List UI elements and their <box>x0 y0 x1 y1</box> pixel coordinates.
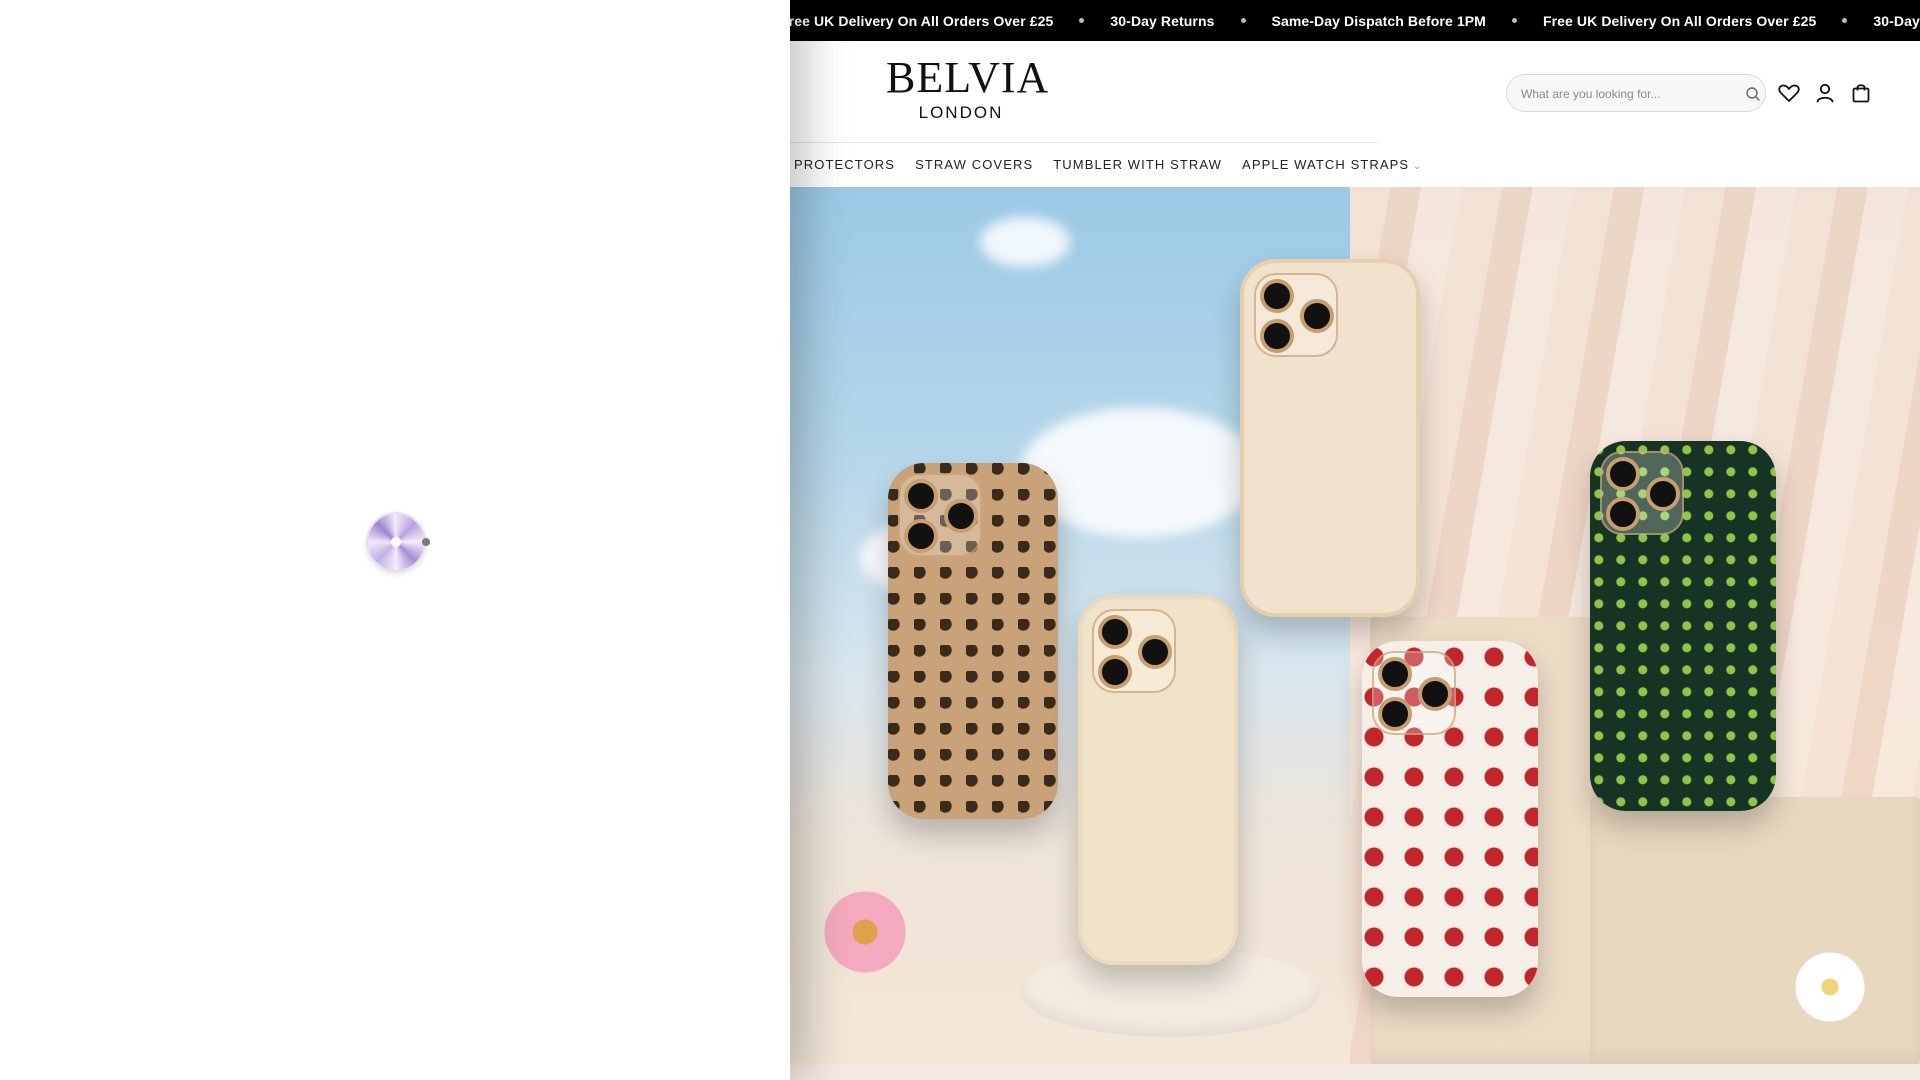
announcement-item: Free UK Delivery On All Orders Over £25 <box>780 12 1054 29</box>
camera-lens <box>904 479 938 513</box>
camera-lens <box>1098 655 1132 689</box>
camera-lens <box>1606 457 1640 491</box>
pearl-bow-phone-case <box>1240 259 1420 617</box>
camera-lens <box>1260 279 1294 313</box>
camera-lens <box>1300 299 1334 333</box>
camera-lens <box>1606 497 1640 531</box>
white-flower-decoration <box>1790 947 1870 1027</box>
search-icon[interactable] <box>1745 86 1761 102</box>
camera-lens <box>1378 657 1412 691</box>
announcement-separator <box>1079 18 1085 23</box>
nav-item-apple-watch-straps[interactable]: APPLE WATCH STRAPS ⌄ <box>1242 157 1422 172</box>
hero-bottom-strip <box>790 1064 1920 1080</box>
cherry-phone-case <box>1362 641 1538 997</box>
announcement-item: 30-Day <box>1873 12 1920 29</box>
cream-wavy-phone-case <box>1078 595 1238 965</box>
announcement-separator <box>1240 18 1246 23</box>
camera-lens <box>1260 319 1294 353</box>
bag-icon[interactable] <box>1848 80 1874 106</box>
brand-logo[interactable]: BELVIA LONDON <box>886 53 1050 123</box>
cloud-shape <box>980 217 1070 267</box>
announcement-separator <box>1842 18 1848 23</box>
announcement-item: Free UK Delivery On All Orders Over £25 <box>1542 12 1817 29</box>
announcement-track: Free UK Delivery On All Orders Over £25 … <box>780 0 1920 41</box>
logo-subtitle: LONDON <box>918 103 1004 122</box>
camera-lens <box>1138 635 1172 669</box>
hero-banner-image[interactable] <box>790 187 1920 1064</box>
logo-wordmark: BELVIA <box>886 53 1050 102</box>
camera-lens <box>1378 697 1412 731</box>
nav-item-straw-covers[interactable]: STRAW COVERS <box>915 157 1033 172</box>
loading-spinner-icon <box>366 512 426 572</box>
leopard-phone-case <box>888 463 1058 819</box>
account-icon[interactable] <box>1812 80 1838 106</box>
header-divider <box>790 142 1378 143</box>
main-navigation: PROTECTORS STRAW COVERS TUMBLER WITH STR… <box>794 152 1422 176</box>
camera-lens <box>1418 677 1452 711</box>
announcement-item: 30-Day Returns <box>1110 12 1215 29</box>
nav-item-protectors[interactable]: PROTECTORS <box>794 157 895 172</box>
camera-lens <box>1098 615 1132 649</box>
heart-icon[interactable] <box>1776 80 1802 106</box>
camera-lens <box>1646 477 1680 511</box>
announcement-separator <box>1511 18 1517 23</box>
display-plinth <box>1590 797 1920 1064</box>
nav-item-tumbler-with-straw[interactable]: TUMBLER WITH STRAW <box>1053 157 1222 172</box>
nav-item-label: APPLE WATCH STRAPS <box>1242 156 1410 172</box>
pink-flower-decoration <box>820 887 910 977</box>
search-box[interactable] <box>1506 74 1766 112</box>
side-drawer-panel[interactable] <box>0 0 790 1080</box>
chevron-down-icon: ⌄ <box>1413 160 1422 171</box>
announcement-item: Same-Day Dispatch Before 1PM <box>1271 12 1486 29</box>
search-input[interactable] <box>1521 84 1721 104</box>
green-floral-phone-case <box>1590 441 1776 811</box>
camera-lens <box>944 499 978 533</box>
spinner-knob <box>422 538 430 546</box>
camera-lens <box>904 519 938 553</box>
